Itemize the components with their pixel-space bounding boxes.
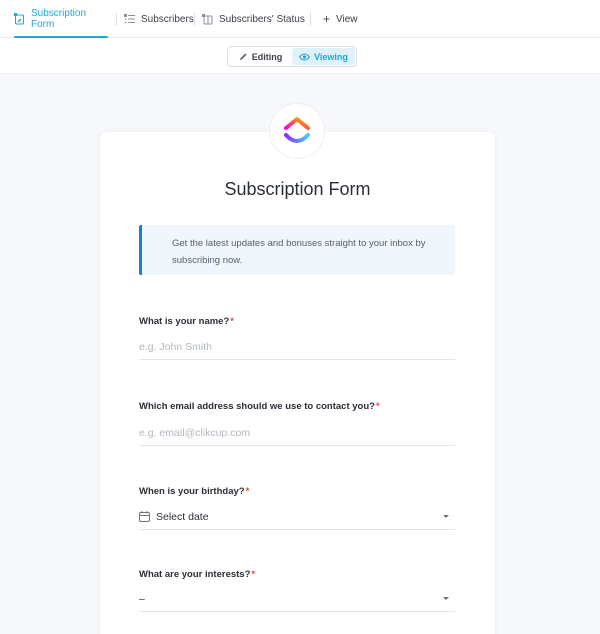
form-title: Subscription Form	[224, 179, 371, 199]
interests-value: –	[139, 592, 145, 605]
interests-dropdown[interactable]: –	[139, 586, 455, 612]
brand-logo	[269, 103, 325, 159]
clickup-logo-icon	[284, 117, 310, 143]
eye-icon	[299, 53, 311, 60]
tab-divider	[310, 12, 311, 26]
question-text: What is your name?	[139, 316, 230, 327]
view-tab-bar: Subscription Form Subscribers Subscriber…	[0, 0, 600, 38]
tab-label: Subscribers	[141, 13, 194, 25]
mode-bar: Editing Viewing	[0, 38, 600, 74]
form-card	[100, 132, 495, 634]
tab-subscribers[interactable]: Subscribers	[124, 0, 194, 38]
tab-divider	[116, 12, 117, 26]
calendar-icon	[139, 511, 150, 522]
birthday-value: Select date	[156, 510, 209, 523]
required-mark: *	[251, 569, 256, 580]
birthday-question-label: When is your birthday?*	[139, 486, 249, 497]
question-text: Which email address should we use to con…	[139, 401, 375, 412]
tab-subscribers-status[interactable]: Subscribers' Status	[202, 0, 305, 38]
tab-divider	[194, 12, 195, 26]
tab-label: Subscription Form	[31, 8, 87, 30]
name-input[interactable]: e.g. John Smith	[139, 334, 455, 360]
name-question-label: What is your name?*	[139, 316, 234, 327]
required-mark: *	[375, 401, 380, 412]
add-view-label: View	[336, 13, 358, 25]
form-icon	[14, 13, 24, 25]
name-placeholder: e.g. John Smith	[139, 340, 212, 353]
viewing-label: Viewing	[314, 51, 348, 62]
mode-toggle: Editing Viewing	[227, 46, 357, 67]
tab-label: Subscribers' Status	[219, 13, 305, 25]
required-mark: *	[245, 486, 250, 497]
required-mark: *	[230, 316, 234, 327]
form-description: Get the latest updates and bonuses strai…	[139, 225, 455, 275]
add-view-button[interactable]: + View	[323, 0, 358, 38]
editing-label: Editing	[251, 51, 283, 62]
viewing-toggle[interactable]: Viewing	[292, 48, 355, 65]
email-question-label: Which email address should we use to con…	[139, 401, 380, 412]
pencil-icon	[239, 53, 247, 60]
tab-subscription-form[interactable]: Subscription Form	[14, 0, 108, 38]
chevron-down-icon	[443, 597, 449, 600]
chevron-down-icon	[443, 515, 449, 518]
email-input[interactable]: e.g. email@clikcup.com	[139, 420, 455, 446]
email-placeholder: e.g. email@clikcup.com	[139, 426, 251, 439]
list-icon	[124, 14, 135, 24]
editing-toggle[interactable]: Editing	[229, 48, 292, 65]
plus-icon: +	[323, 12, 331, 26]
interests-question-label: What are your interests?*	[139, 569, 255, 580]
question-text: When is your birthday?	[139, 486, 245, 497]
question-text: What are your interests?	[139, 569, 251, 580]
birthday-date-picker[interactable]: Select date	[139, 504, 455, 530]
board-icon	[202, 13, 213, 24]
